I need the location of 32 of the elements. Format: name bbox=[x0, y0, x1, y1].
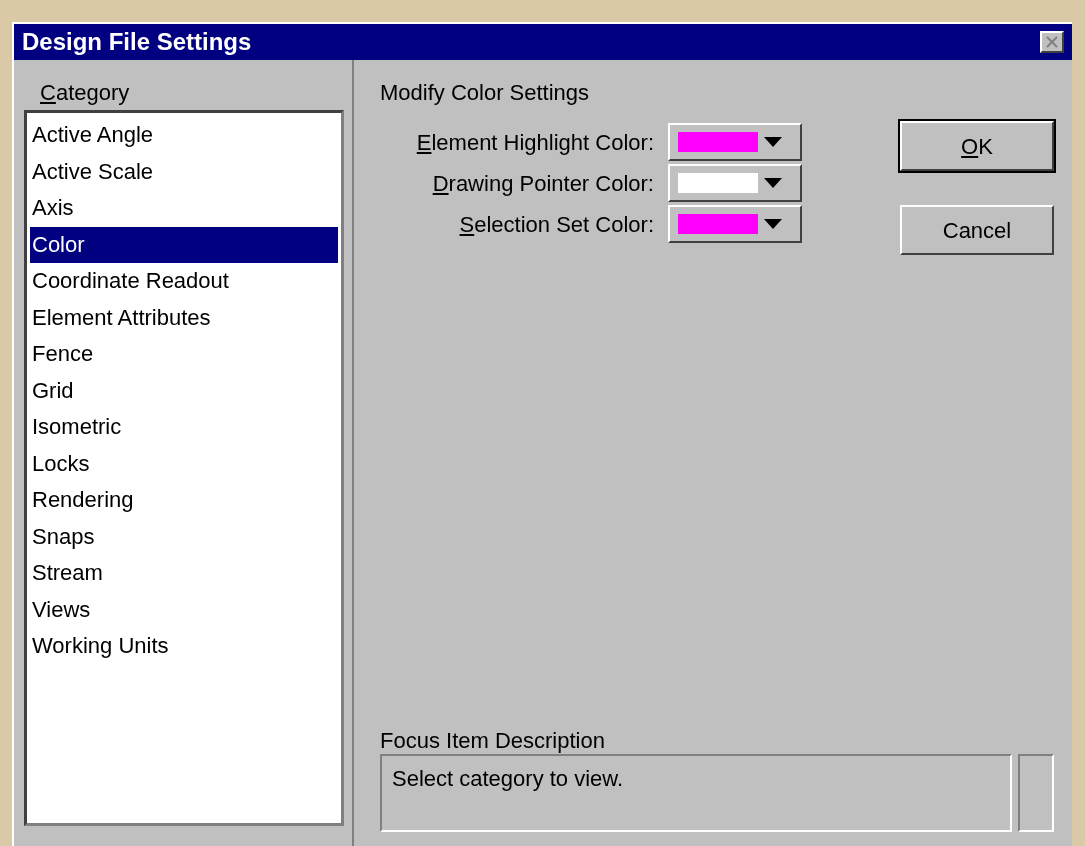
description-box: Select category to view. bbox=[380, 754, 1012, 832]
dropdown-arrow-icon bbox=[764, 219, 782, 229]
color-dropdown[interactable] bbox=[668, 164, 802, 202]
color-dropdown[interactable] bbox=[668, 205, 802, 243]
window-title: Design File Settings bbox=[22, 27, 252, 57]
close-icon bbox=[1046, 36, 1058, 48]
category-item[interactable]: Active Scale bbox=[30, 153, 338, 190]
category-item[interactable]: Stream bbox=[30, 555, 338, 592]
category-item[interactable]: Active Angle bbox=[30, 117, 338, 154]
category-item[interactable]: Color bbox=[30, 226, 338, 263]
category-label: Category bbox=[40, 79, 131, 107]
category-item[interactable]: Working Units bbox=[30, 628, 338, 665]
category-item[interactable]: Fence bbox=[30, 336, 338, 373]
focus-label: Focus Item Description bbox=[380, 727, 606, 754]
dialog-button[interactable]: Cancel bbox=[900, 205, 1054, 255]
category-item[interactable]: Isometric bbox=[30, 409, 338, 446]
category-item[interactable]: Snaps bbox=[30, 518, 338, 555]
color-dropdown[interactable] bbox=[668, 123, 802, 161]
dialog-button[interactable]: OK bbox=[900, 121, 1054, 171]
category-item[interactable]: Axis bbox=[30, 190, 338, 227]
category-item[interactable]: Grid bbox=[30, 372, 338, 409]
color-label: Drawing Pointer Color: bbox=[432, 169, 654, 198]
dropdown-arrow-icon bbox=[764, 137, 782, 147]
color-label: Selection Set Color: bbox=[459, 210, 654, 239]
category-item[interactable]: Element Attributes bbox=[30, 299, 338, 336]
category-item[interactable]: Locks bbox=[30, 445, 338, 482]
category-item[interactable]: Rendering bbox=[30, 482, 338, 519]
dropdown-arrow-icon bbox=[764, 178, 782, 188]
category-item[interactable]: Views bbox=[30, 591, 338, 628]
section-title: Modify Color Settings bbox=[380, 79, 591, 107]
color-label: Element Highlight Color: bbox=[416, 128, 654, 157]
category-item[interactable]: Coordinate Readout bbox=[30, 263, 338, 300]
